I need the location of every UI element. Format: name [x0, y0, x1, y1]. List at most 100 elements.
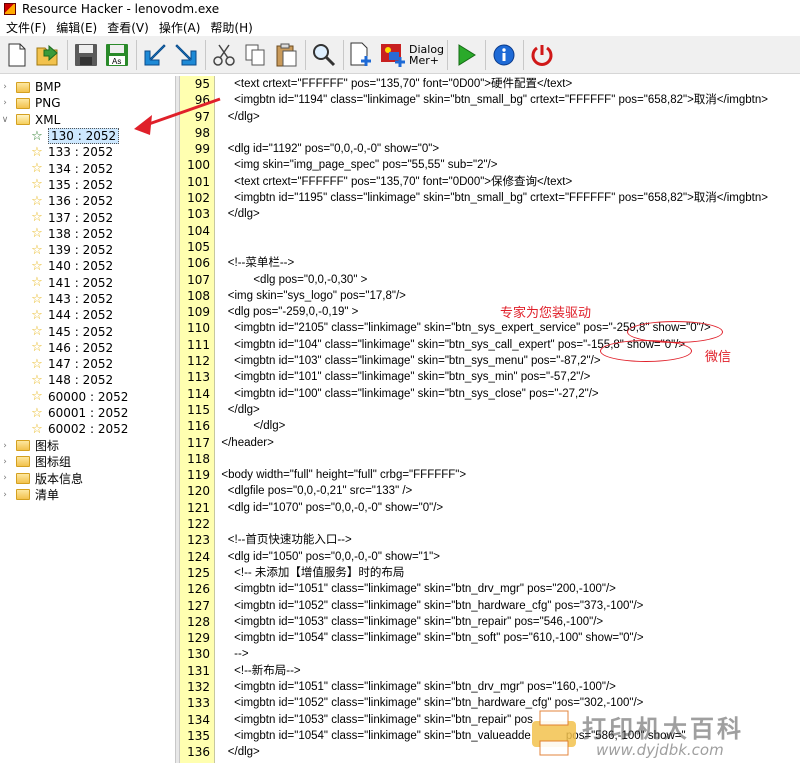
expand-icon[interactable]: › — [0, 473, 10, 483]
code-line[interactable]: <img skin="img_page_spec" pos="55,55" su… — [215, 157, 800, 173]
code-line[interactable]: </dlg> — [215, 402, 800, 418]
svg-text:As: As — [112, 57, 121, 66]
code-line[interactable]: <dlgfile pos="0,0,-0,21" src="133" /> — [215, 483, 800, 499]
code-line[interactable]: <!--新布局--> — [215, 663, 800, 679]
expand-icon[interactable]: › — [0, 490, 10, 500]
code-line[interactable]: <dlg id="1192" pos="0,0,-0,-0" show="0"> — [215, 141, 800, 157]
tree-leaf-item[interactable]: ☆ 143 : 2052 — [0, 291, 175, 307]
code-line[interactable]: --> — [215, 646, 800, 662]
menu-action[interactable]: 操作(A) — [155, 19, 207, 36]
line-number: 102 — [187, 191, 210, 206]
tree-leaf-label: 60000 : 2052 — [48, 389, 129, 404]
code-line[interactable]: <!--菜单栏--> — [215, 255, 800, 271]
open-file-button[interactable] — [33, 39, 63, 71]
tree-leaf-item[interactable]: ☆ 60002 : 2052 — [0, 421, 175, 437]
code-line[interactable]: <dlg pos="0,0,-0,30" > — [215, 272, 800, 288]
code-line[interactable]: </header> — [215, 435, 800, 451]
add-resource-button[interactable] — [347, 39, 377, 71]
expand-icon[interactable]: › — [0, 457, 10, 467]
code-line[interactable]: <body width="full" height="full" crbg="F… — [215, 467, 800, 483]
menu-help[interactable]: 帮助(H) — [206, 19, 258, 36]
dialog-label: Dialog — [409, 42, 445, 56]
code-line[interactable]: <imgbtn id="1195" class="linkimage" skin… — [215, 190, 800, 206]
code-line[interactable]: <imgbtn id="1054" class="linkimage" skin… — [215, 630, 800, 646]
resource-tree[interactable]: › BMP › PNG ∨ XML ☆ 130 : 2052 ☆ 133 : 2052 ☆ 134 :… — [0, 76, 176, 763]
code-line[interactable]: <imgbtn id="1052" class="linkimage" skin… — [215, 598, 800, 614]
code-line[interactable] — [215, 516, 800, 532]
tree-leaf-item[interactable]: ☆ 141 : 2052 — [0, 275, 175, 291]
tree-leaf-item[interactable]: ☆ 136 : 2052 — [0, 193, 175, 209]
tree-node-item[interactable]: › 版本信息 — [0, 470, 175, 486]
tree-leaf-item[interactable]: ☆ 133 : 2052 — [0, 144, 175, 160]
line-number: 129 — [187, 631, 210, 646]
menu-edit[interactable]: 编辑(E) — [52, 19, 103, 36]
compile-run-button[interactable] — [451, 39, 481, 71]
code-line[interactable] — [215, 239, 800, 255]
line-number: 114 — [187, 386, 210, 401]
code-line[interactable]: </dlg> — [215, 109, 800, 125]
new-file-button[interactable] — [2, 39, 32, 71]
menu-view[interactable]: 查看(V) — [103, 19, 155, 36]
cut-button[interactable] — [209, 39, 239, 71]
code-line[interactable]: <imgbtn id="1053" class="linkimage" skin… — [215, 614, 800, 630]
tree-leaf-item[interactable]: ☆ 146 : 2052 — [0, 340, 175, 356]
exit-button[interactable] — [527, 39, 557, 71]
tree-leaf-item[interactable]: ☆ 148 : 2052 — [0, 372, 175, 388]
collapse-icon[interactable]: ∨ — [0, 115, 10, 125]
code-line[interactable]: <text crtext="FFFFFF" pos="135,70" font=… — [215, 76, 800, 92]
code-line[interactable]: </dlg> — [215, 418, 800, 434]
tree-leaf-item[interactable]: ☆ 145 : 2052 — [0, 323, 175, 339]
tree-leaf-item[interactable]: ☆ 138 : 2052 — [0, 226, 175, 242]
code-line[interactable] — [215, 223, 800, 239]
line-number: 95 — [194, 77, 210, 91]
tree-leaf-item[interactable]: ☆ 139 : 2052 — [0, 242, 175, 258]
code-line[interactable]: <imgbtn id="1194" class="linkimage" skin… — [215, 92, 800, 108]
code-line[interactable] — [215, 451, 800, 467]
code-line[interactable]: <imgbtn id="1051" class="linkimage" skin… — [215, 581, 800, 597]
tree-leaf-item[interactable]: ☆ 147 : 2052 — [0, 356, 175, 372]
paste-button[interactable] — [271, 39, 301, 71]
tree-leaf-item[interactable]: ☆ 140 : 2052 — [0, 258, 175, 274]
code-line[interactable]: </dlg> — [215, 206, 800, 222]
save-as-button[interactable]: As — [102, 39, 132, 71]
dialog-merge-button[interactable]: Dialog Mer+ — [409, 39, 445, 71]
tree-leaf-item[interactable]: ☆ 60001 : 2052 — [0, 405, 175, 421]
tree-leaf-item[interactable]: ☆ 144 : 2052 — [0, 307, 175, 323]
code-line[interactable]: <imgbtn id="101" class="linkimage" skin=… — [215, 369, 800, 385]
tree-leaf-item[interactable]: ☆ 134 : 2052 — [0, 160, 175, 176]
code-text-area[interactable]: <text crtext="FFFFFF" pos="135,70" font=… — [215, 76, 800, 763]
about-button[interactable] — [489, 39, 519, 71]
tree-node-item[interactable]: › 清单 — [0, 486, 175, 502]
star-icon: ☆ — [31, 144, 43, 160]
tree-node-item[interactable]: › 图标 — [0, 438, 175, 454]
tree-node-label: XML — [35, 112, 61, 127]
find-button[interactable] — [309, 39, 339, 71]
code-line[interactable]: <text crtext="FFFFFF" pos="135,70" font=… — [215, 174, 800, 190]
tree-leaf-label: 144 : 2052 — [48, 308, 114, 323]
code-line[interactable] — [215, 125, 800, 141]
watermark-brand: 打印机大百科 — [582, 715, 744, 743]
tree-leaf-item[interactable]: ☆ 60000 : 2052 — [0, 389, 175, 405]
code-line[interactable]: <imgbtn id="100" class="linkimage" skin=… — [215, 386, 800, 402]
tree-node-bmp[interactable]: › BMP — [0, 79, 175, 95]
code-line[interactable]: <imgbtn id="1051" class="linkimage" skin… — [215, 679, 800, 695]
magnifier-icon — [313, 43, 336, 66]
add-image-button[interactable] — [378, 39, 408, 71]
save-button[interactable] — [71, 39, 101, 71]
copy-button[interactable] — [240, 39, 270, 71]
code-line[interactable]: <!--首页快速功能入口--> — [215, 532, 800, 548]
expand-icon[interactable]: › — [0, 82, 10, 92]
tree-leaf-label: 135 : 2052 — [48, 177, 114, 192]
menu-file[interactable]: 文件(F) — [2, 19, 52, 36]
code-line[interactable]: <dlg id="1050" pos="0,0,-0,-0" show="1"> — [215, 549, 800, 565]
code-editor[interactable]: 95 96 97 98 99 100 101 102 103 104 105 106 107 108 109… — [180, 76, 800, 763]
import-button[interactable] — [140, 39, 170, 71]
expand-icon[interactable]: › — [0, 98, 10, 108]
code-line[interactable]: <!-- 未添加【增值服务】时的布局 — [215, 565, 800, 581]
export-button[interactable] — [171, 39, 201, 71]
tree-leaf-item[interactable]: ☆ 135 : 2052 — [0, 177, 175, 193]
tree-node-item[interactable]: › 图标组 — [0, 454, 175, 470]
tree-leaf-item[interactable]: ☆ 137 : 2052 — [0, 209, 175, 225]
code-line[interactable]: <dlg id="1070" pos="0,0,-0,-0" show="0"/… — [215, 500, 800, 516]
expand-icon[interactable]: › — [0, 441, 10, 451]
